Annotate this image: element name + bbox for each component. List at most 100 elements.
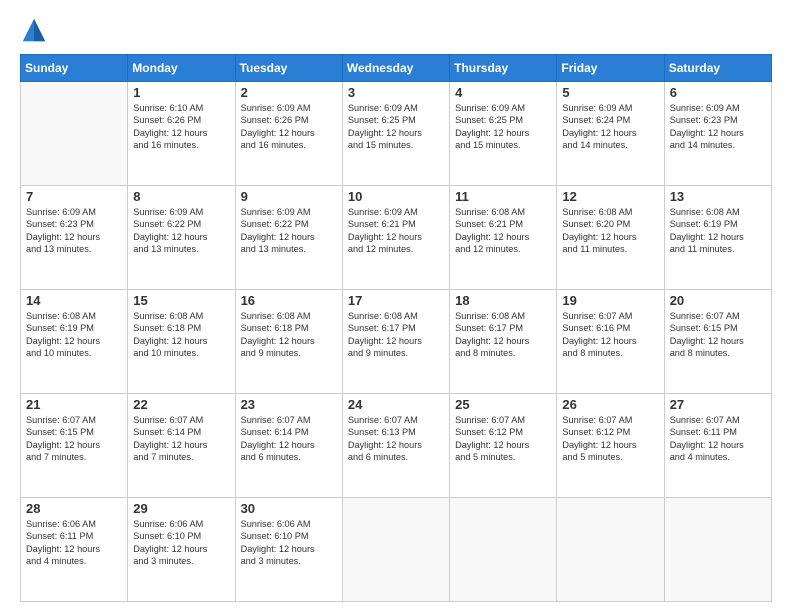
day-cell: 24 Sunrise: 6:07 AM Sunset: 6:13 PM Dayli… (342, 394, 449, 498)
day-cell: 30 Sunrise: 6:06 AM Sunset: 6:10 PM Dayli… (235, 498, 342, 602)
day-info: Sunrise: 6:09 AM Sunset: 6:22 PM Dayligh… (133, 206, 229, 256)
day-info: Sunrise: 6:08 AM Sunset: 6:18 PM Dayligh… (241, 310, 337, 360)
day-number: 25 (455, 397, 551, 412)
day-info: Sunrise: 6:07 AM Sunset: 6:14 PM Dayligh… (133, 414, 229, 464)
day-number: 8 (133, 189, 229, 204)
day-info: Sunrise: 6:07 AM Sunset: 6:13 PM Dayligh… (348, 414, 444, 464)
day-cell (557, 498, 664, 602)
day-cell: 5Sunrise: 6:09 AM Sunset: 6:24 PM Daylig… (557, 82, 664, 186)
weekday-header-monday: Monday (128, 55, 235, 82)
day-number: 7 (26, 189, 122, 204)
day-info: Sunrise: 6:08 AM Sunset: 6:21 PM Dayligh… (455, 206, 551, 256)
day-cell: 3 Sunrise: 6:09 AM Sunset: 6:25 PM Daylig… (342, 82, 449, 186)
day-cell: 4 Sunrise: 6:09 AM Sunset: 6:25 PM Daylig… (450, 82, 557, 186)
day-cell: 8 Sunrise: 6:09 AM Sunset: 6:22 PM Daylig… (128, 186, 235, 290)
day-cell: 1Sunrise: 6:10 AM Sunset: 6:26 PM Daylig… (128, 82, 235, 186)
week-row-4: 21 Sunrise: 6:07 AM Sunset: 6:15 PM Dayli… (21, 394, 772, 498)
weekday-header-sunday: Sunday (21, 55, 128, 82)
day-info: Sunrise: 6:09 AM Sunset: 6:23 PM Dayligh… (670, 102, 766, 152)
day-number: 2 (241, 85, 337, 100)
page: SundayMondayTuesdayWednesdayThursdayFrid… (0, 0, 792, 612)
day-info: Sunrise: 6:07 AM Sunset: 6:12 PM Dayligh… (562, 414, 658, 464)
weekday-header-row: SundayMondayTuesdayWednesdayThursdayFrid… (21, 55, 772, 82)
day-cell: 14Sunrise: 6:08 AM Sunset: 6:19 PM Dayli… (21, 290, 128, 394)
week-row-1: 1Sunrise: 6:10 AM Sunset: 6:26 PM Daylig… (21, 82, 772, 186)
day-cell: 16 Sunrise: 6:08 AM Sunset: 6:18 PM Dayli… (235, 290, 342, 394)
day-cell: 6Sunrise: 6:09 AM Sunset: 6:23 PM Daylig… (664, 82, 771, 186)
day-number: 13 (670, 189, 766, 204)
day-info: Sunrise: 6:08 AM Sunset: 6:20 PM Dayligh… (562, 206, 658, 256)
day-info: Sunrise: 6:07 AM Sunset: 6:15 PM Dayligh… (26, 414, 122, 464)
day-number: 22 (133, 397, 229, 412)
day-cell: 9 Sunrise: 6:09 AM Sunset: 6:22 PM Daylig… (235, 186, 342, 290)
day-info: Sunrise: 6:09 AM Sunset: 6:23 PM Dayligh… (26, 206, 122, 256)
logo (20, 16, 52, 44)
day-cell: 23Sunrise: 6:07 AM Sunset: 6:14 PM Dayli… (235, 394, 342, 498)
day-number: 10 (348, 189, 444, 204)
day-number: 14 (26, 293, 122, 308)
day-cell: 19 Sunrise: 6:07 AM Sunset: 6:16 PM Dayli… (557, 290, 664, 394)
day-info: Sunrise: 6:08 AM Sunset: 6:19 PM Dayligh… (670, 206, 766, 256)
day-number: 11 (455, 189, 551, 204)
day-cell: 22 Sunrise: 6:07 AM Sunset: 6:14 PM Dayli… (128, 394, 235, 498)
day-cell (21, 82, 128, 186)
day-cell: 25 Sunrise: 6:07 AM Sunset: 6:12 PM Dayli… (450, 394, 557, 498)
weekday-header-saturday: Saturday (664, 55, 771, 82)
day-cell (342, 498, 449, 602)
logo-icon (20, 16, 48, 44)
day-number: 16 (241, 293, 337, 308)
day-cell: 10 Sunrise: 6:09 AM Sunset: 6:21 PM Dayli… (342, 186, 449, 290)
day-info: Sunrise: 6:09 AM Sunset: 6:25 PM Dayligh… (455, 102, 551, 152)
day-info: Sunrise: 6:08 AM Sunset: 6:18 PM Dayligh… (133, 310, 229, 360)
week-row-3: 14Sunrise: 6:08 AM Sunset: 6:19 PM Dayli… (21, 290, 772, 394)
day-info: Sunrise: 6:09 AM Sunset: 6:26 PM Dayligh… (241, 102, 337, 152)
day-number: 3 (348, 85, 444, 100)
day-info: Sunrise: 6:09 AM Sunset: 6:21 PM Dayligh… (348, 206, 444, 256)
day-number: 12 (562, 189, 658, 204)
day-info: Sunrise: 6:07 AM Sunset: 6:11 PM Dayligh… (670, 414, 766, 464)
week-row-5: 28 Sunrise: 6:06 AM Sunset: 6:11 PM Dayli… (21, 498, 772, 602)
day-number: 23 (241, 397, 337, 412)
day-info: Sunrise: 6:06 AM Sunset: 6:10 PM Dayligh… (133, 518, 229, 568)
day-cell (664, 498, 771, 602)
day-number: 5 (562, 85, 658, 100)
day-number: 1 (133, 85, 229, 100)
day-info: Sunrise: 6:07 AM Sunset: 6:15 PM Dayligh… (670, 310, 766, 360)
day-info: Sunrise: 6:09 AM Sunset: 6:22 PM Dayligh… (241, 206, 337, 256)
day-number: 18 (455, 293, 551, 308)
day-cell: 18 Sunrise: 6:08 AM Sunset: 6:17 PM Dayli… (450, 290, 557, 394)
day-number: 4 (455, 85, 551, 100)
day-cell: 27 Sunrise: 6:07 AM Sunset: 6:11 PM Dayli… (664, 394, 771, 498)
day-cell (450, 498, 557, 602)
day-cell: 21 Sunrise: 6:07 AM Sunset: 6:15 PM Dayli… (21, 394, 128, 498)
day-info: Sunrise: 6:07 AM Sunset: 6:12 PM Dayligh… (455, 414, 551, 464)
day-number: 20 (670, 293, 766, 308)
day-info: Sunrise: 6:08 AM Sunset: 6:17 PM Dayligh… (348, 310, 444, 360)
day-cell: 15 Sunrise: 6:08 AM Sunset: 6:18 PM Dayli… (128, 290, 235, 394)
day-number: 26 (562, 397, 658, 412)
day-number: 24 (348, 397, 444, 412)
day-cell: 28 Sunrise: 6:06 AM Sunset: 6:11 PM Dayli… (21, 498, 128, 602)
day-cell: 29 Sunrise: 6:06 AM Sunset: 6:10 PM Dayli… (128, 498, 235, 602)
week-row-2: 7 Sunrise: 6:09 AM Sunset: 6:23 PM Daylig… (21, 186, 772, 290)
day-info: Sunrise: 6:08 AM Sunset: 6:17 PM Dayligh… (455, 310, 551, 360)
day-cell: 2 Sunrise: 6:09 AM Sunset: 6:26 PM Daylig… (235, 82, 342, 186)
day-number: 15 (133, 293, 229, 308)
day-cell: 13 Sunrise: 6:08 AM Sunset: 6:19 PM Dayli… (664, 186, 771, 290)
day-number: 29 (133, 501, 229, 516)
day-number: 19 (562, 293, 658, 308)
day-number: 30 (241, 501, 337, 516)
day-info: Sunrise: 6:06 AM Sunset: 6:11 PM Dayligh… (26, 518, 122, 568)
weekday-header-wednesday: Wednesday (342, 55, 449, 82)
day-cell: 11 Sunrise: 6:08 AM Sunset: 6:21 PM Dayli… (450, 186, 557, 290)
day-cell: 26 Sunrise: 6:07 AM Sunset: 6:12 PM Dayli… (557, 394, 664, 498)
day-number: 27 (670, 397, 766, 412)
day-info: Sunrise: 6:06 AM Sunset: 6:10 PM Dayligh… (241, 518, 337, 568)
weekday-header-tuesday: Tuesday (235, 55, 342, 82)
day-info: Sunrise: 6:07 AM Sunset: 6:16 PM Dayligh… (562, 310, 658, 360)
day-info: Sunrise: 6:09 AM Sunset: 6:25 PM Dayligh… (348, 102, 444, 152)
day-number: 21 (26, 397, 122, 412)
day-number: 9 (241, 189, 337, 204)
day-number: 28 (26, 501, 122, 516)
day-cell: 12 Sunrise: 6:08 AM Sunset: 6:20 PM Dayli… (557, 186, 664, 290)
